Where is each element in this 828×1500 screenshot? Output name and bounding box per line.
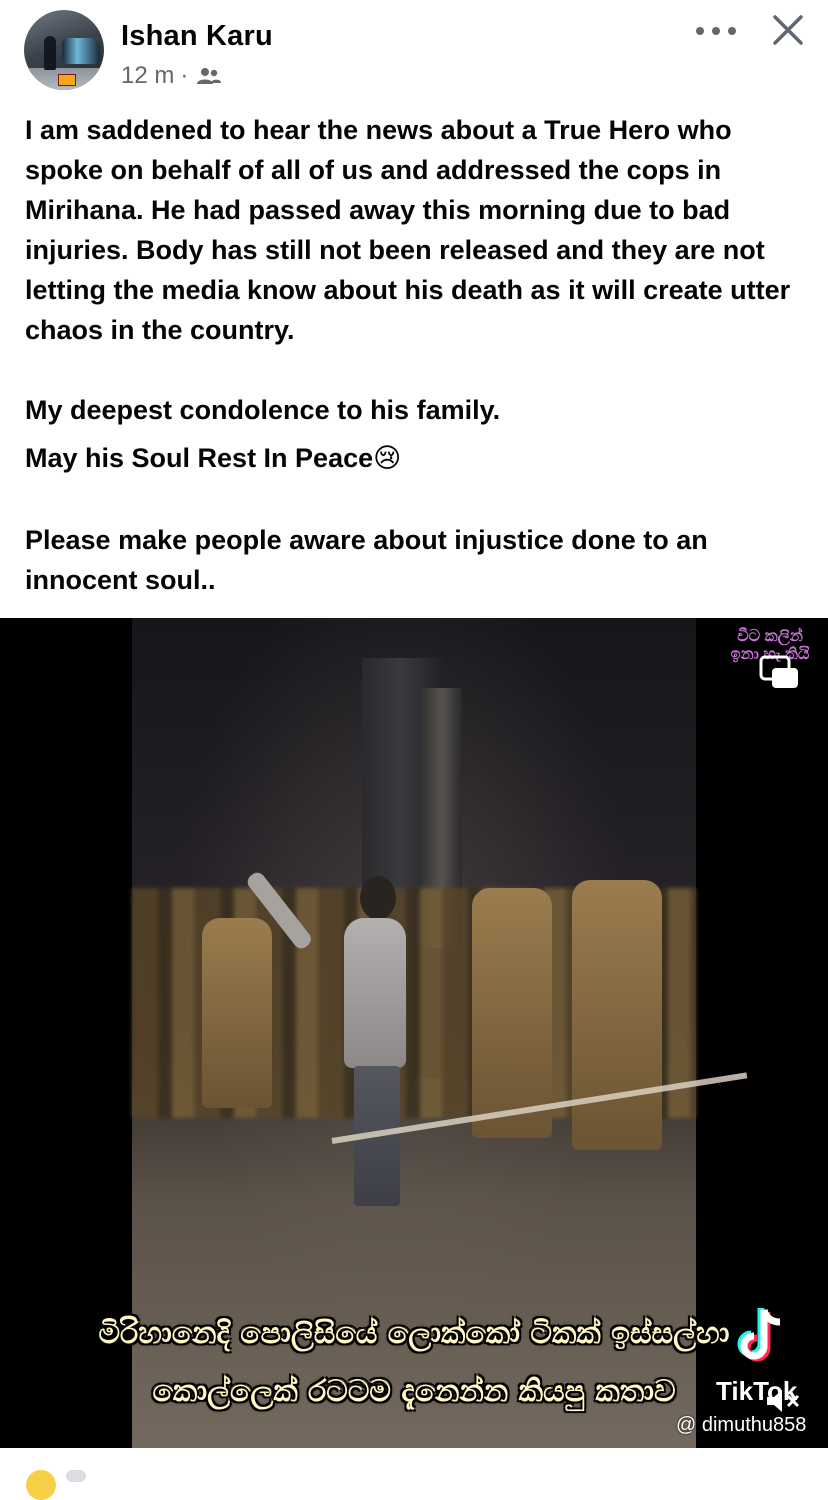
creator-handle: @ dimuthu858 [676,1414,807,1436]
post-time[interactable]: 12 m [121,62,174,90]
scene-man-body [344,918,406,1068]
video-subtitle-line-1: මිරිහානෙදි පොලිසියේ ලොක්කෝ ටිකක් ඉස්සල්හ… [98,1316,730,1351]
more-dot [696,27,704,35]
video-subtitle-line-2: කොල්ලෙක් රටටම දැනෙන්න කියපු කතාව [152,1374,676,1409]
meta-separator: · [180,62,189,89]
scene-officer [472,888,552,1138]
close-icon[interactable] [770,12,806,48]
scene-officer [572,880,662,1150]
more-dot [728,27,736,35]
scene-officer [202,918,272,1108]
scene-man-head [360,876,396,920]
tiktok-logo-icon [737,1308,781,1362]
avatar-person [44,36,56,70]
post-paragraph: May his Soul Rest In Peace😢 [25,443,402,473]
author-avatar[interactable] [24,10,104,90]
reaction-count[interactable] [66,1470,86,1482]
post-text: I am saddened to hear the news about a T… [25,110,815,600]
picture-in-picture-icon[interactable] [758,654,800,690]
more-options-icon[interactable] [696,16,736,46]
post-paragraph: My deepest condolence to his family. [25,395,501,425]
post-paragraph: I am saddened to hear the news about a T… [25,115,791,345]
author-name[interactable]: Ishan Karu [121,20,273,53]
avatar-car [62,38,100,64]
friends-icon[interactable] [196,66,222,86]
avatar-flag [58,74,76,86]
more-dot [712,27,720,35]
post-paragraph: Please make people aware about injustice… [25,525,708,595]
reaction-emoji-icon[interactable] [26,1470,56,1500]
post-header: Ishan Karu 12 m · [0,0,828,100]
post-meta: 12 m · [121,62,222,90]
muted-speaker-icon[interactable] [764,1386,804,1416]
